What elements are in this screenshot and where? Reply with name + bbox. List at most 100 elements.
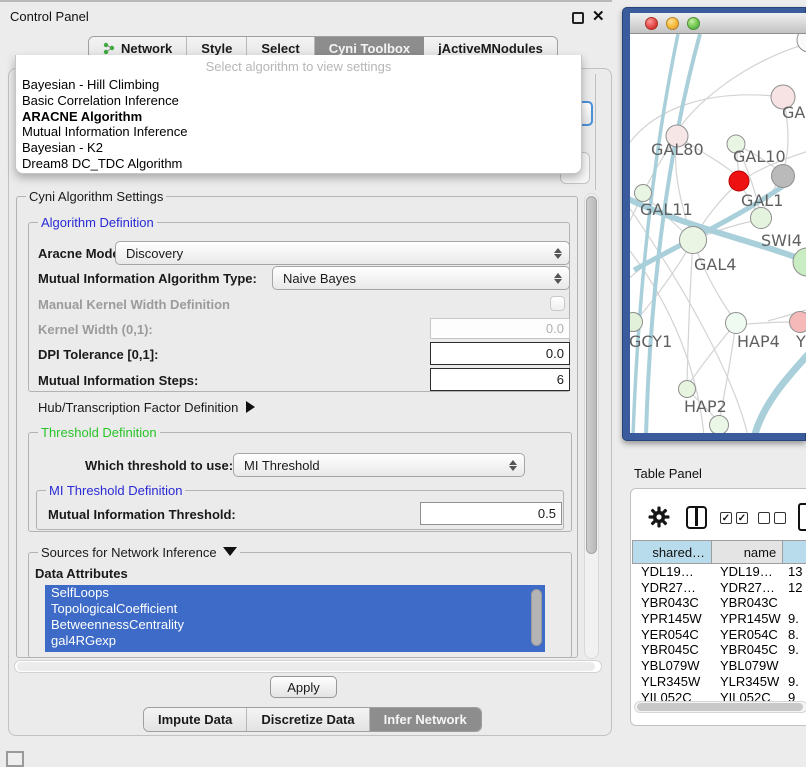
table-panel-title: Table Panel <box>634 466 702 481</box>
deselect-all-checkboxes-icon[interactable] <box>758 512 786 524</box>
scrollbar-thumb[interactable] <box>637 703 803 711</box>
node-top-cut[interactable] <box>797 34 806 52</box>
tab-discretize-data[interactable]: Discretize Data <box>247 708 369 731</box>
control-panel-title: Control Panel <box>10 9 89 24</box>
hub-definition-toggle[interactable]: Hub/Transcription Factor Definition <box>38 400 255 415</box>
column-header-cut[interactable] <box>782 540 806 564</box>
which-threshold-select[interactable]: MI Threshold <box>233 453 525 477</box>
node-salmon[interactable] <box>790 312 806 333</box>
attribute-item-selected[interactable]: gal4RGexp <box>45 633 545 649</box>
table-body: YDL19…YDL19…13 YDR27…YDR27…12 YBR043CYBR… <box>632 564 806 701</box>
spinner-arrows-icon <box>550 273 566 284</box>
sources-group-title[interactable]: Sources for Network Inference <box>38 545 240 560</box>
node-right-green[interactable] <box>793 248 806 276</box>
which-threshold-label: Which threshold to use: <box>85 458 233 473</box>
table-row[interactable]: YLR345WYLR345W9. <box>632 674 806 690</box>
node-hap2[interactable] <box>679 381 696 398</box>
network-graph: GAL GAL80 GAL10 GAL11 GAL1 SWI4 GAL4 GCY… <box>630 34 806 433</box>
node-label: GAL80 <box>651 140 704 159</box>
table-row[interactable]: YPR145WYPR145W9. <box>632 611 806 627</box>
algorithm-option[interactable]: Dream8 DC_TDC Algorithm <box>22 156 575 172</box>
bottom-tab-bar: Impute Data Discretize Data Infer Networ… <box>143 707 482 732</box>
data-attributes-list: SelfLoops TopologicalCoefficient Between… <box>45 585 545 652</box>
checked-checkbox-icon: ✓ <box>720 512 732 524</box>
table-header: shared… name <box>632 540 806 564</box>
node-label: GAL <box>782 103 806 122</box>
zoom-traffic-light-icon[interactable] <box>687 17 700 30</box>
column-header-name[interactable]: name <box>711 540 782 564</box>
node-gray[interactable] <box>772 165 795 188</box>
table-row[interactable]: YER054CYER054C8. <box>632 627 806 643</box>
select-all-checkboxes-icon[interactable]: ✓ ✓ <box>720 512 748 524</box>
column-split-icon[interactable] <box>686 506 707 529</box>
control-panel-titlebar <box>0 0 612 30</box>
algorithm-option[interactable]: Bayesian - K2 <box>22 140 575 156</box>
unchecked-checkbox-icon <box>774 512 786 524</box>
table-row[interactable]: YBR043CYBR043C <box>632 595 806 611</box>
float-window-icon[interactable] <box>572 12 584 24</box>
attribute-item-selected[interactable]: TopologicalCoefficient <box>45 601 545 617</box>
group-title: MI Threshold Definition <box>46 483 185 498</box>
close-traffic-light-icon[interactable] <box>645 17 658 30</box>
node-selected-red[interactable] <box>729 171 749 191</box>
attribute-list-scrollbar[interactable] <box>531 589 542 646</box>
node-label: GCY1 <box>630 332 672 351</box>
mi-algorithm-type-select[interactable]: Naive Bayes <box>272 266 570 290</box>
mi-algorithm-type-label: Mutual Information Algorithm Type: <box>38 271 257 286</box>
scrollbar-thumb[interactable] <box>586 196 597 554</box>
settings-horizontal-scrollbar[interactable] <box>14 660 602 673</box>
expand-arrow-icon[interactable] <box>223 547 237 556</box>
network-canvas[interactable]: GAL GAL80 GAL10 GAL11 GAL1 SWI4 GAL4 GCY… <box>630 34 806 433</box>
kernel-width-label: Kernel Width (0,1): <box>38 322 153 337</box>
group-title: Algorithm Definition <box>38 215 157 230</box>
algorithm-option[interactable]: Mutual Information Inference <box>22 124 575 140</box>
aracne-mode-label: Aracne Mode: <box>38 246 124 261</box>
aracne-mode-select[interactable]: Discovery <box>115 241 570 265</box>
network-window-titlebar[interactable] <box>630 13 806 34</box>
tab-infer-network[interactable]: Infer Network <box>370 708 481 731</box>
node-label: HAP2 <box>684 397 727 416</box>
minimize-traffic-light-icon[interactable] <box>666 17 679 30</box>
node-gal1[interactable] <box>751 208 772 229</box>
table-row[interactable]: YBR045CYBR045C9. <box>632 642 806 658</box>
node-hap4[interactable] <box>726 313 747 334</box>
node-gal4[interactable] <box>680 227 707 254</box>
node-label: GAL1 <box>741 191 783 210</box>
node-label: GAL4 <box>694 255 736 274</box>
column-header-shared-name[interactable]: shared… <box>632 540 711 564</box>
data-attributes-label: Data Attributes <box>35 566 128 581</box>
group-title: Cyni Algorithm Settings <box>26 189 166 204</box>
attribute-item-selected[interactable]: BetweennessCentrality <box>45 617 545 633</box>
mi-steps-input[interactable]: 6 <box>430 368 570 391</box>
table-row[interactable]: YIL052CYIL052C9 <box>632 690 806 702</box>
node-gal11[interactable] <box>635 185 652 202</box>
dpi-tolerance-label: DPI Tolerance [0,1]: <box>38 347 158 362</box>
settings-vertical-scrollbar[interactable] <box>584 193 599 659</box>
unchecked-checkbox-icon <box>758 512 770 524</box>
table-horizontal-scrollbar[interactable] <box>634 701 806 713</box>
node-label: HAP4 <box>737 332 780 351</box>
dock-corner-icon[interactable] <box>6 751 24 767</box>
document-icon[interactable] <box>798 503 806 531</box>
close-icon[interactable]: ✕ <box>592 7 605 25</box>
table-row[interactable]: YBL079WYBL079W <box>632 658 806 674</box>
dpi-tolerance-input[interactable]: 0.0 <box>430 342 570 365</box>
node-bottom-cut[interactable] <box>710 416 729 434</box>
scrollbar-thumb[interactable] <box>17 662 595 671</box>
apply-button[interactable]: Apply <box>270 676 337 698</box>
kernel-width-input[interactable]: 0.0 <box>430 318 570 339</box>
algorithm-option[interactable]: Basic Correlation Inference <box>22 93 575 109</box>
collapse-arrow-icon[interactable] <box>246 401 255 413</box>
table-row[interactable]: YDR27…YDR27…12 <box>632 580 806 596</box>
attribute-item-selected[interactable]: SelfLoops <box>45 585 545 601</box>
gear-icon[interactable] <box>648 506 670 528</box>
mi-threshold-input[interactable]: 0.5 <box>420 502 562 525</box>
algorithm-option-selected[interactable]: ARACNE Algorithm <box>22 109 575 125</box>
tab-impute-data[interactable]: Impute Data <box>144 708 247 731</box>
manual-kernel-width-checkbox[interactable] <box>550 296 565 311</box>
node-label: GAL10 <box>733 147 786 166</box>
screenshot-root: { "window": { "title": "Control Panel", … <box>0 0 806 762</box>
algorithm-option[interactable]: Bayesian - Hill Climbing <box>22 77 575 93</box>
checked-checkbox-icon: ✓ <box>736 512 748 524</box>
table-row[interactable]: YDL19…YDL19…13 <box>632 564 806 580</box>
